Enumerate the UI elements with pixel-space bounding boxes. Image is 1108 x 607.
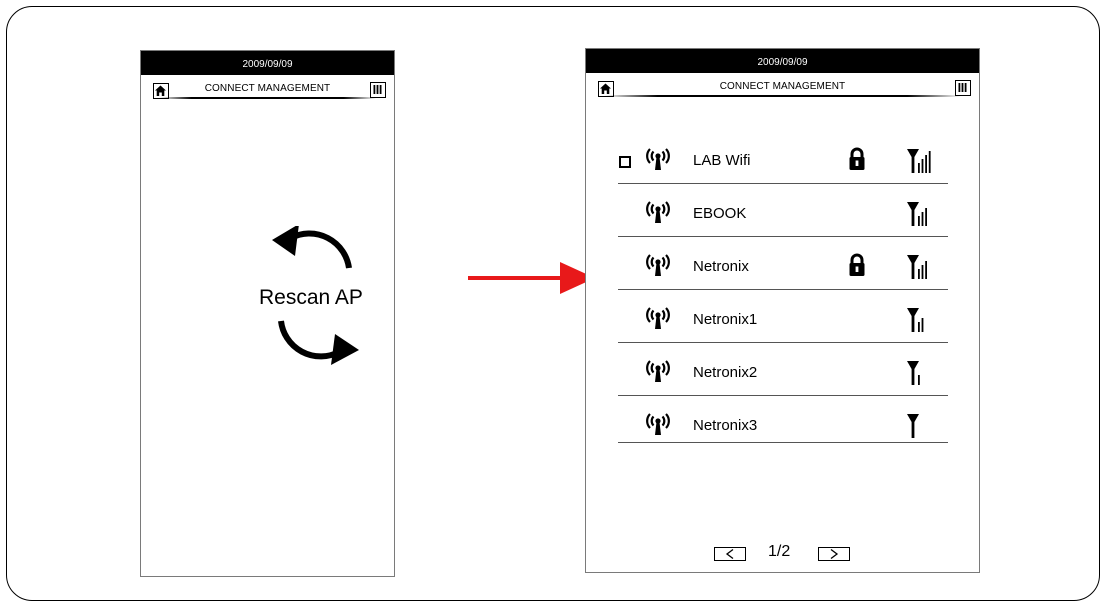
page-title: CONNECT MANAGEMENT: [719, 81, 846, 92]
rescan-screen: 2009/09/09 CONNECT MANAGEMENT Rescan AP: [140, 50, 395, 577]
network-list: LAB Wifi EBOOK Netronix Netronix1 Netronix2 N…: [618, 131, 948, 443]
chevron-right-icon: [830, 548, 839, 560]
network-name: LAB Wifi: [693, 152, 751, 169]
status-date: 2009/09/09: [757, 57, 808, 68]
signal-strength-icon: [907, 255, 927, 279]
network-row[interactable]: Netronix2: [618, 343, 948, 396]
header-rule: [159, 97, 376, 99]
chevron-left-icon: [725, 548, 734, 560]
status-date: 2009/09/09: [242, 59, 293, 70]
wifi-antenna-icon: [646, 148, 670, 170]
network-row[interactable]: LAB Wifi: [618, 131, 948, 184]
header-rule: [604, 95, 961, 97]
signal-strength-icon: [907, 414, 919, 438]
network-row[interactable]: Netronix3: [618, 396, 948, 443]
page-indicator: 1/2: [768, 543, 791, 560]
previous-page-button[interactable]: [714, 547, 746, 561]
network-name: Netronix2: [693, 364, 758, 381]
menu-button[interactable]: [955, 80, 971, 96]
network-row[interactable]: Netronix1: [618, 290, 948, 343]
network-name: Netronix3: [693, 417, 758, 434]
menu-icon: [958, 83, 967, 92]
signal-strength-icon: [907, 149, 931, 173]
wifi-antenna-icon: [646, 307, 670, 329]
wifi-antenna-icon: [646, 360, 670, 382]
network-name: EBOOK: [693, 205, 747, 222]
header-bar: CONNECT MANAGEMENT: [141, 75, 394, 101]
lock-icon: [849, 253, 865, 276]
menu-button[interactable]: [370, 82, 386, 98]
menu-icon: [373, 85, 382, 94]
network-row[interactable]: EBOOK: [618, 184, 948, 237]
lock-icon: [849, 147, 865, 170]
network-name: Netronix1: [693, 311, 758, 328]
wifi-antenna-icon: [646, 413, 670, 435]
transition-arrow-icon: [468, 262, 595, 294]
status-bar: 2009/09/09: [586, 49, 979, 73]
wifi-antenna-icon: [646, 254, 670, 276]
network-checkbox[interactable]: [619, 156, 631, 168]
status-bar: 2009/09/09: [141, 51, 394, 75]
next-page-button[interactable]: [818, 547, 850, 561]
header-bar: CONNECT MANAGEMENT: [586, 73, 979, 99]
signal-strength-icon: [907, 308, 924, 332]
network-name: Netronix: [693, 258, 749, 275]
wifi-antenna-icon: [646, 201, 670, 223]
signal-strength-icon: [907, 202, 927, 226]
network-list-screen: 2009/09/09 CONNECT MANAGEMENT LAB Wifi EB…: [585, 48, 980, 573]
signal-strength-icon: [907, 361, 920, 385]
rescan-ap-label[interactable]: Rescan AP: [259, 286, 363, 310]
page-title: CONNECT MANAGEMENT: [204, 83, 331, 94]
network-row[interactable]: Netronix: [618, 237, 948, 290]
